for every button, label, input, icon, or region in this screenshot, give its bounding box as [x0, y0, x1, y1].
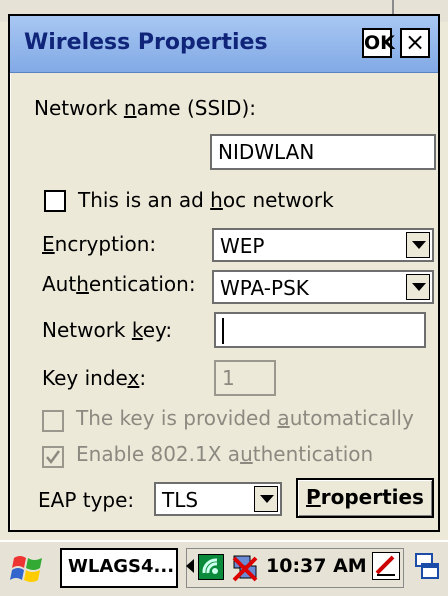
taskbar: WLAGS4... 10:37 AM — [0, 540, 448, 596]
key-index-input[interactable]: 1 — [214, 360, 276, 396]
chevron-down-icon — [412, 283, 426, 291]
ssid-input[interactable]: NIDWLAN — [210, 134, 436, 170]
eap-type-value: TLS — [162, 488, 199, 512]
clock[interactable]: 10:37 AM — [266, 555, 367, 577]
network-disconnected-icon[interactable] — [230, 552, 260, 582]
pen-edit-icon[interactable] — [372, 552, 400, 580]
dialog-titlebar: Wireless Properties OK × — [10, 16, 438, 73]
encryption-select[interactable]: WEP — [212, 228, 434, 262]
enable-8021x-label: Enable 802.1X authentication — [76, 442, 374, 466]
dialog-title: Wireless Properties — [24, 30, 268, 55]
text-caret — [222, 318, 224, 344]
properties-button[interactable]: Properties — [296, 478, 434, 518]
ok-button[interactable]: OK — [362, 28, 395, 58]
chevron-down-icon — [412, 241, 426, 249]
eap-type-label: EAP type: — [38, 488, 135, 512]
chevron-down-icon — [260, 495, 274, 503]
network-signal-icon[interactable] — [198, 554, 224, 580]
encryption-label: Encryption: — [42, 232, 157, 256]
show-desktop-icon[interactable] — [412, 550, 442, 584]
tray-scroll-left-icon[interactable] — [186, 558, 194, 577]
wireless-properties-dialog: Wireless Properties OK × Network name (S… — [8, 14, 440, 532]
key-auto-checkbox[interactable] — [42, 410, 64, 432]
encryption-value: WEP — [220, 234, 265, 258]
key-index-label: Key index: — [42, 366, 147, 390]
enable-8021x-checkbox[interactable] — [42, 446, 64, 468]
checkmark-icon — [46, 450, 61, 465]
network-key-input[interactable] — [214, 312, 426, 348]
authentication-label: Authentication: — [42, 272, 196, 296]
task-button-wlags[interactable]: WLAGS4... — [60, 548, 178, 588]
key-auto-label: The key is provided automatically — [76, 406, 414, 430]
ssid-label: Network name (SSID): — [34, 96, 256, 120]
authentication-dropdown-button[interactable] — [406, 274, 430, 300]
close-button[interactable]: × — [400, 28, 430, 58]
adhoc-label: This is an ad hoc network — [78, 188, 334, 212]
encryption-dropdown-button[interactable] — [406, 232, 430, 258]
authentication-value: WPA-PSK — [220, 276, 309, 300]
windows-flag-icon[interactable] — [10, 550, 46, 586]
authentication-select[interactable]: WPA-PSK — [212, 270, 434, 304]
eap-type-select[interactable]: TLS — [154, 482, 282, 516]
eap-type-dropdown-button[interactable] — [254, 486, 278, 512]
network-key-label: Network key: — [42, 318, 173, 342]
adhoc-checkbox[interactable] — [44, 190, 66, 212]
